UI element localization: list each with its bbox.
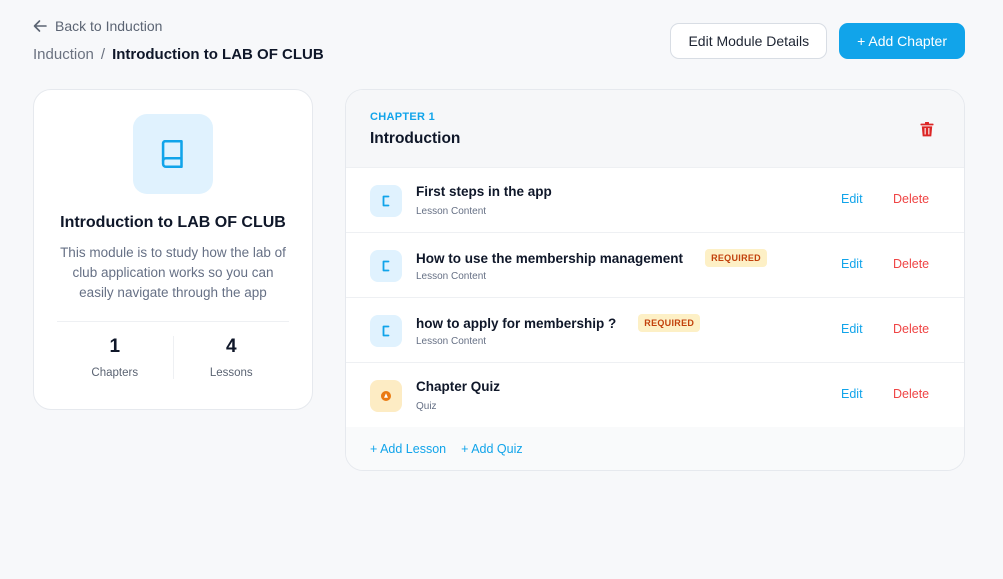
delete-lesson-button[interactable]: Delete xyxy=(893,322,929,336)
edit-lesson-button[interactable]: Edit xyxy=(841,257,863,271)
lesson-icon-tile xyxy=(370,315,402,347)
delete-lesson-button[interactable]: Delete xyxy=(893,192,929,206)
edit-quiz-button[interactable]: Edit xyxy=(841,387,863,401)
edit-lesson-button[interactable]: Edit xyxy=(841,322,863,336)
lesson-type: Quiz xyxy=(416,401,437,412)
quiz-icon-tile xyxy=(370,380,402,412)
quiz-icon xyxy=(381,391,391,401)
lesson-title-text: Chapter Quiz xyxy=(416,379,501,394)
document-icon xyxy=(382,260,390,272)
required-badge: REQUIRED xyxy=(638,314,701,332)
document-icon xyxy=(382,195,390,207)
lesson-row: how to apply for membership ? REQUIRED L… xyxy=(346,298,964,363)
lesson-title-text: How to use the membership management xyxy=(416,250,684,266)
chapter-title: Introduction xyxy=(370,130,461,147)
back-link-label: Back to Induction xyxy=(55,18,163,34)
lesson-type: Lesson Content xyxy=(416,206,487,217)
lesson-icon-tile xyxy=(370,185,402,217)
stat-lessons: 4 Lessons xyxy=(172,336,290,379)
breadcrumb-parent[interactable]: Induction xyxy=(33,46,94,63)
book-icon xyxy=(161,139,183,169)
chapter-panel: CHAPTER 1 Introduction First steps in th… xyxy=(345,89,965,471)
chapter-number: CHAPTER 1 xyxy=(370,111,436,123)
add-quiz-button[interactable]: + Add Quiz xyxy=(461,442,523,456)
stat-lessons-label: Lessons xyxy=(209,367,253,379)
stat-lessons-value: 4 xyxy=(225,336,237,357)
lesson-type: Lesson Content xyxy=(416,271,487,282)
lesson-title: Chapter Quiz xyxy=(416,379,500,394)
lesson-type: Lesson Content xyxy=(416,336,487,347)
breadcrumb-current: Introduction to LAB OF CLUB xyxy=(112,46,324,63)
edit-lesson-button[interactable]: Edit xyxy=(841,192,863,206)
trash-icon[interactable] xyxy=(920,122,934,137)
breadcrumb: Induction / Introduction to LAB OF CLUB xyxy=(33,46,324,63)
quiz-row: Chapter Quiz Quiz Edit Delete xyxy=(346,363,964,428)
edit-module-button[interactable]: Edit Module Details xyxy=(670,23,828,59)
lesson-title: First steps in the app xyxy=(416,184,552,199)
lesson-title-text: how to apply for membership ? xyxy=(416,315,617,331)
add-chapter-button[interactable]: + Add Chapter xyxy=(839,23,965,59)
breadcrumb-separator: / xyxy=(100,46,106,63)
module-stats: 1 Chapters 4 Lessons xyxy=(57,321,289,379)
module-title: Introduction to LAB OF CLUB xyxy=(60,214,286,231)
delete-quiz-button[interactable]: Delete xyxy=(893,387,929,401)
chapter-header: CHAPTER 1 Introduction xyxy=(346,90,964,168)
stat-chapters-label: Chapters xyxy=(91,367,139,379)
document-icon xyxy=(382,325,390,337)
module-description: This module is to study how the lab of c… xyxy=(60,245,286,300)
module-icon-tile xyxy=(133,114,213,194)
lesson-row: First steps in the app Lesson Content Ed… xyxy=(346,168,964,233)
required-badge: REQUIRED xyxy=(705,249,767,267)
add-lesson-button[interactable]: + Add Lesson xyxy=(370,442,446,456)
stat-chapters: 1 Chapters xyxy=(57,336,173,379)
stat-chapters-value: 1 xyxy=(109,336,121,357)
arrow-left-icon xyxy=(33,20,47,32)
lesson-title-text: First steps in the app xyxy=(416,184,552,199)
lesson-icon-tile xyxy=(370,250,402,282)
lesson-row: How to use the membership management REQ… xyxy=(346,233,964,298)
module-summary-card: Introduction to LAB OF CLUB This module … xyxy=(33,89,313,410)
delete-lesson-button[interactable]: Delete xyxy=(893,257,929,271)
back-link[interactable]: Back to Induction xyxy=(33,18,162,34)
header-actions: Edit Module Details + Add Chapter xyxy=(670,23,965,59)
lesson-title: How to use the membership management REQ… xyxy=(416,249,767,267)
chapter-footer: + Add Lesson + Add Quiz xyxy=(346,427,964,470)
lesson-title: how to apply for membership ? REQUIRED xyxy=(416,314,701,332)
